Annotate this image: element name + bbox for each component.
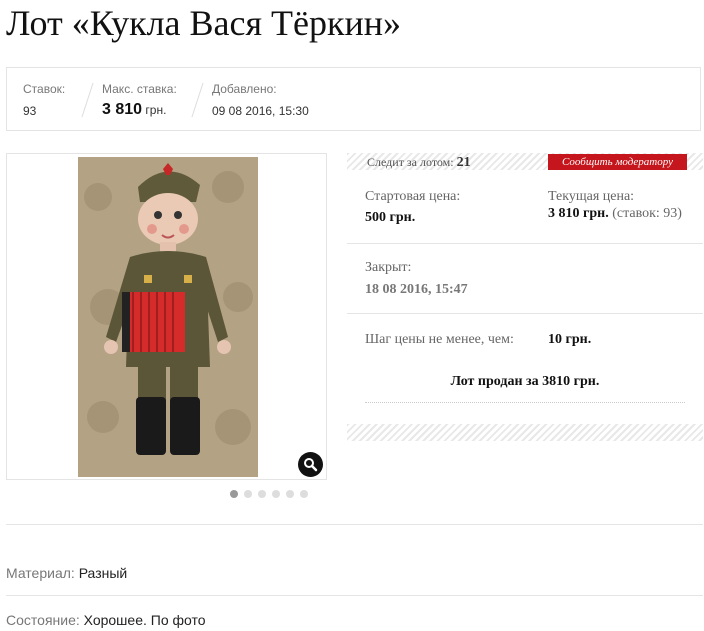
gallery-pagination [230,490,314,508]
stat-divider [191,82,204,118]
gallery-dot[interactable] [230,490,238,498]
magnifier-icon [304,458,318,472]
gallery-dot[interactable] [272,490,280,498]
condition-value: Хорошее. По фото [83,612,206,628]
max-bid-value: 3 810 [102,101,143,118]
added-stat: Добавлено: 09 08 2016, 15:30 [212,82,309,118]
gallery-dot[interactable] [286,490,294,498]
followers-value: 21 [456,155,471,170]
lot-stats-bar: Ставок: 93 Макс. ставка: 3 810 грн. Доба… [6,67,701,131]
added-value: 09 08 2016, 15:30 [212,104,309,118]
lot-photo-frame[interactable] [6,153,327,480]
divider [6,595,703,596]
material-value: Разный [78,565,128,581]
bottom-stripe-bar [347,424,703,441]
condition-label: Состояние: [6,612,80,628]
price-step-value: 10 грн. [548,332,592,347]
max-bid-label: Макс. ставка: [102,82,177,96]
closed-info: Закрыт: 18 08 2016, 15:47 [365,260,468,298]
sold-message: Лот продан за 3810 грн. [450,374,600,389]
bids-stat: Ставок: 93 [23,82,65,118]
gallery-dot[interactable] [300,490,308,498]
bids-label: Ставок: [23,82,66,96]
start-price-label: Стартовая цена: [365,189,461,204]
followers-count: Следит за лотом: 21 [367,155,471,171]
bids-value: 93 [23,104,37,118]
current-price-value: 3 810 грн. [548,206,609,221]
price-step: Шаг цены не менее, чем: [365,332,514,348]
gallery-dot[interactable] [244,490,252,498]
stat-divider [81,82,94,118]
zoom-button[interactable] [298,452,323,477]
start-price: Стартовая цена: 500 грн. [365,189,460,226]
start-price-value: 500 грн. [365,210,416,225]
current-price-label: Текущая цена: [548,189,635,204]
dotted-divider [365,402,685,403]
page-title: Лот «Кукла Вася Тёркин» [6,3,402,43]
divider [6,524,703,525]
divider [347,243,703,244]
material-property: Материал: Разный [6,565,127,581]
condition-property: Состояние: Хорошее. По фото [6,612,206,628]
closed-value: 18 08 2016, 15:47 [365,282,468,297]
current-price-bids: (ставок: 93) [612,206,682,221]
gallery-dot[interactable] [258,490,266,498]
added-label: Добавлено: [212,82,277,96]
price-step-label: Шаг цены не менее, чем: [365,332,514,347]
max-bid-currency: грн. [145,103,167,117]
report-to-moderator-button[interactable]: Сообщить модератору [548,154,687,170]
material-label: Материал: [6,565,75,581]
divider [347,313,703,314]
doll-photo[interactable] [78,157,258,477]
followers-label: Следит за лотом: [367,155,454,169]
max-bid-stat: Макс. ставка: 3 810 грн. [102,82,177,119]
current-price: Текущая цена: 3 810 грн. (ставок: 93) [548,189,682,222]
closed-label: Закрыт: [365,260,412,275]
